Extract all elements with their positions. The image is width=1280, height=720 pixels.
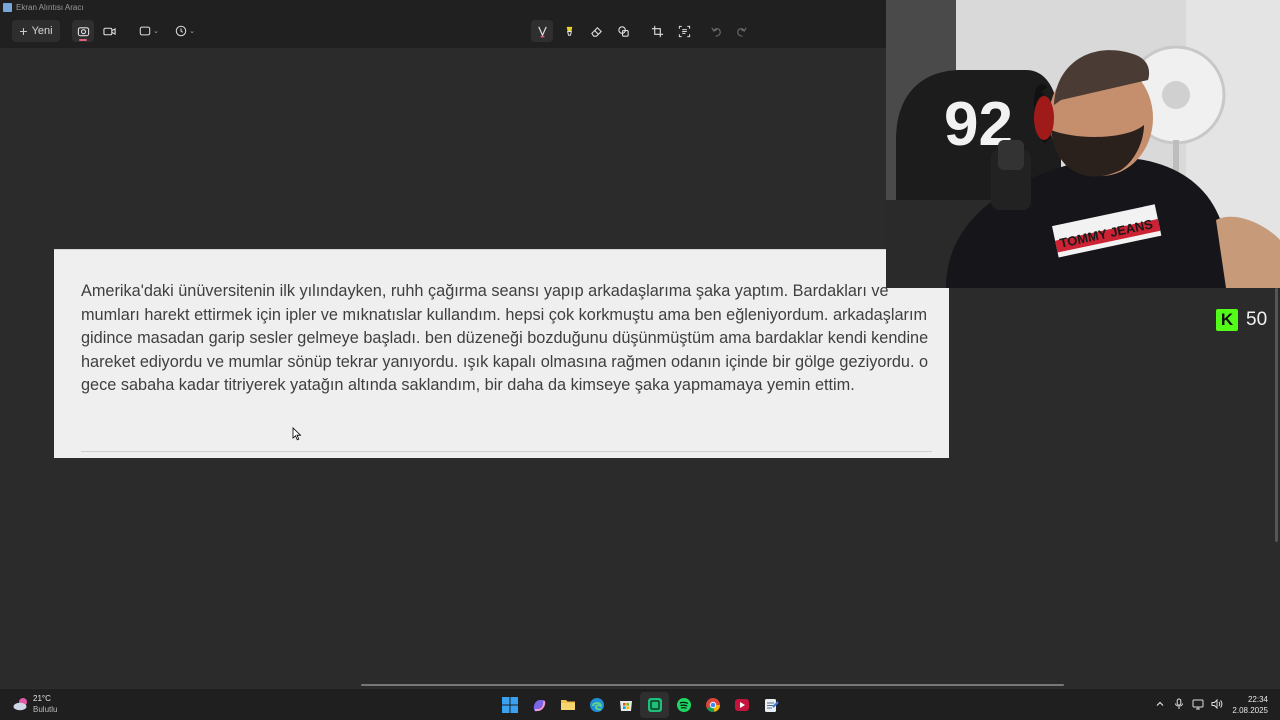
selected-indicator [79,39,87,41]
edge-icon [589,698,604,712]
vertical-scrollbar[interactable] [1275,288,1278,542]
timer-dropdown[interactable]: ⌄ [170,20,200,42]
clock-date: 2.08.2025 [1232,706,1268,715]
text-actions-button[interactable] [673,20,695,42]
windows-start-icon [501,697,518,713]
undo-button[interactable] [705,20,727,42]
volume-button[interactable] [1207,695,1226,713]
toolbar: + Yeni ⌄ ⌄ [0,14,886,48]
snipping-tool-taskbar-button[interactable] [640,692,669,718]
edge-button[interactable] [582,692,611,718]
network-icon [1192,699,1203,710]
snip-shape-dropdown[interactable]: ⌄ [134,20,164,42]
title-bar: Ekran Alıntısı Aracı [0,0,886,14]
copilot-button[interactable] [524,692,553,718]
weather-temperature: 21°C [33,694,51,703]
new-button-label: Yeni [31,25,53,37]
chrome-button[interactable] [698,692,727,718]
ballpoint-pen-icon [537,26,547,37]
plus-icon: + [19,23,28,39]
start-button[interactable] [495,692,524,718]
store-icon [619,701,632,711]
microphone-button[interactable] [1169,695,1188,713]
shapes-button[interactable] [612,20,634,42]
spotify-button[interactable] [669,692,698,718]
crop-icon [651,25,663,37]
undo-icon [710,27,721,37]
window-title: Ekran Alıntısı Aracı [16,2,84,12]
text-actions-icon [678,25,690,37]
story-paragraph: Amerika'daki ünüversitenin ilk yılındayk… [81,282,929,395]
redo-icon [736,27,747,37]
highlighter-icon [566,26,572,36]
notepad-icon [764,699,779,712]
ballpoint-pen-button[interactable] [531,20,553,42]
speaker-icon [1211,698,1222,710]
cloudy-weather-icon [13,698,27,711]
shapes-icon [617,25,629,37]
viewer-count: 50 [1246,309,1268,330]
crop-button[interactable] [646,20,668,42]
camera-icon [77,26,89,36]
taskbar-apps [495,692,785,718]
clock-time: 22:34 [1247,695,1268,704]
eraser-icon [590,26,602,37]
chevron-down-icon: ⌄ [153,28,159,35]
snipping-tool-icon [647,698,662,712]
file-explorer-button[interactable] [553,692,582,718]
divider [81,451,932,452]
microphone-icon [1174,698,1183,709]
kick-logo-icon: K [1216,309,1238,331]
spotify-icon [676,698,691,712]
chrome-icon [705,698,720,712]
chevron-down-icon: ⌄ [189,28,195,35]
redo-button[interactable] [730,20,752,42]
weather-condition: Bulutlu [33,705,58,714]
weather-widget[interactable]: 21°C Bulutlu [12,693,57,715]
store-button[interactable] [611,692,640,718]
media-player-icon [734,699,749,711]
screenshot-mode-button[interactable] [72,20,94,42]
timer-icon [175,25,187,37]
mouse-pointer-icon [292,427,302,441]
kick-viewer-counter: K 50 [1216,309,1267,331]
notepad-button[interactable] [756,692,785,718]
system-tray [1150,695,1226,713]
media-player-button[interactable] [727,692,756,718]
video-icon [102,27,116,35]
show-hidden-icons-button[interactable] [1150,695,1169,713]
rectangle-mode-icon [139,26,151,36]
horizontal-scrollbar[interactable] [361,684,1064,686]
network-button[interactable] [1188,695,1207,713]
eraser-button[interactable] [585,20,607,42]
webcam-overlay: 92 TOMMY JEANS [886,0,1280,288]
new-button[interactable]: + Yeni [12,20,60,42]
copilot-icon [533,700,545,712]
webcam-feed-image: 92 TOMMY JEANS [886,0,1280,288]
clock[interactable]: 22:34 2.08.2025 [1232,694,1268,716]
windows-taskbar: 21°C Bulutlu 22:34 2.08.2025 [0,688,1280,720]
app-icon [3,2,12,12]
file-explorer-icon [560,700,575,710]
highlighter-button[interactable] [558,20,580,42]
captured-screenshot: Amerika'daki ünüversitenin ilk yılındayk… [54,249,949,458]
chevron-up-icon [1156,701,1163,706]
video-mode-button[interactable] [98,20,120,42]
